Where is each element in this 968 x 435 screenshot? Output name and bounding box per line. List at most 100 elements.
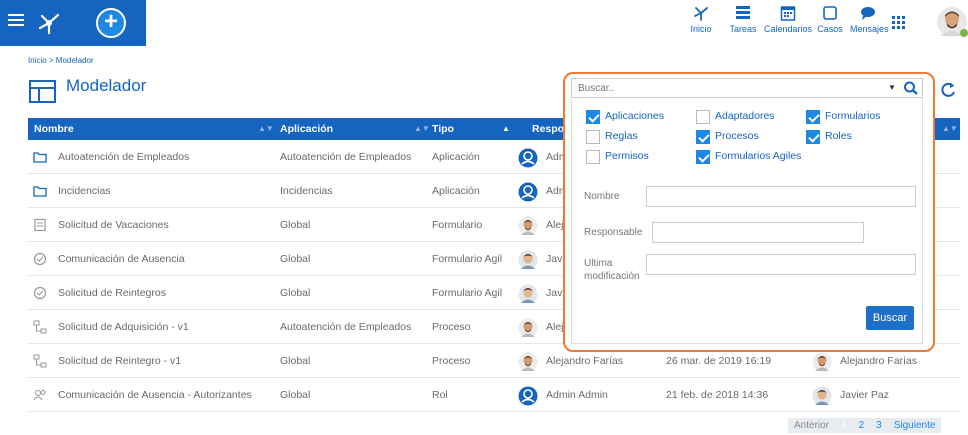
cell-tipo: Formulario Agil: [432, 287, 503, 299]
avatar: [518, 386, 538, 406]
nav-tareas[interactable]: Tareas: [728, 2, 758, 46]
checkbox-roles[interactable]: [806, 130, 820, 144]
hamburger-menu-icon[interactable]: [8, 14, 24, 28]
checkbox-adaptadores[interactable]: [696, 110, 710, 124]
checkbox-label[interactable]: Roles: [825, 130, 852, 142]
cell-aplicacion: Global: [280, 219, 311, 231]
search-icon[interactable]: [902, 80, 920, 96]
checkbox-formularios[interactable]: [806, 110, 820, 124]
checkbox-formularios-agiles[interactable]: [696, 150, 710, 164]
messages-icon: [861, 7, 875, 20]
cell-responsable: Javi: [546, 253, 565, 265]
nav-mensajes-label: Mensajes: [850, 24, 889, 34]
checkbox-label[interactable]: Permisos: [605, 150, 649, 162]
nav-casos[interactable]: Casos: [816, 2, 844, 46]
table-row[interactable]: Comunicación de Ausencia - Autorizantes G…: [28, 378, 960, 412]
add-button[interactable]: +: [96, 8, 126, 38]
header-aplicacion[interactable]: Aplicación: [280, 118, 333, 140]
process-icon: [33, 320, 47, 334]
cell-responsable: Alej: [546, 219, 564, 231]
avatar: [518, 182, 538, 202]
brand-bar: +: [0, 0, 146, 46]
cell-aplicacion: Autoatención de Empleados: [280, 321, 412, 333]
cell-aplicacion: Global: [280, 389, 311, 401]
page-2-button[interactable]: 2: [853, 420, 871, 431]
cell-nombre[interactable]: Solicitud de Vacaciones: [58, 208, 169, 242]
cell-aplicacion: Global: [280, 355, 311, 367]
ultima-label: Ultima: [584, 258, 613, 269]
cell-responsable: Admin Admin: [546, 389, 608, 401]
breadcrumb[interactable]: Inicio > Modelador: [28, 56, 94, 65]
nav-mensajes[interactable]: Mensajes: [850, 2, 889, 46]
process-icon: [33, 354, 47, 368]
refresh-icon[interactable]: [938, 80, 958, 100]
cell-tipo: Aplicación: [432, 151, 480, 163]
responsable-field[interactable]: [652, 222, 864, 243]
modificacion-label: modificación: [584, 271, 640, 282]
avatar: [518, 148, 538, 168]
user-avatar[interactable]: [936, 6, 968, 38]
prev-page-button[interactable]: Anterior: [788, 420, 835, 431]
checkbox-procesos[interactable]: [696, 130, 710, 144]
header-nombre[interactable]: Nombre: [34, 118, 74, 140]
home-icon: [694, 7, 708, 21]
next-page-button[interactable]: Siguiente: [888, 420, 942, 431]
cell-nombre[interactable]: Comunicación de Ausencia - Autorizantes: [58, 378, 252, 412]
sort-icon[interactable]: ▲▼: [258, 118, 274, 140]
search-panel: ▼ Aplicaciones Adaptadores Formularios Regl…: [563, 72, 935, 352]
checkbox-label[interactable]: Aplicaciones: [605, 110, 664, 122]
cell-nombre[interactable]: Solicitud de Reintegros: [58, 276, 166, 310]
cell-nombre[interactable]: Solicitud de Reintegro - v1: [58, 344, 181, 378]
avatar: [518, 318, 538, 338]
sort-asc-icon[interactable]: ▲: [502, 118, 510, 140]
apps-grid-icon[interactable]: [892, 16, 906, 30]
checkbox-aplicaciones[interactable]: [586, 110, 600, 124]
agile-form-icon: [33, 286, 47, 300]
agile-form-icon: [33, 252, 47, 266]
sort-icon[interactable]: ▲▼: [414, 118, 430, 140]
checkbox-label[interactable]: Reglas: [605, 130, 638, 142]
cell-nombre[interactable]: Incidencias: [58, 174, 111, 208]
checkbox-label[interactable]: Formularios: [825, 110, 880, 122]
checkbox-label[interactable]: Formularios Agiles: [715, 150, 801, 162]
cell-aplicacion: Global: [280, 253, 311, 265]
modeler-icon: [29, 80, 56, 103]
cell-aplicacion: Global: [280, 287, 311, 299]
page-1-button[interactable]: 1: [835, 420, 853, 431]
calendar-icon: [780, 6, 796, 21]
checkbox-label[interactable]: Procesos: [715, 130, 759, 142]
header-tipo[interactable]: Tipo: [432, 118, 454, 140]
page-3-button[interactable]: 3: [870, 420, 888, 431]
avatar: [518, 250, 538, 270]
nav-calendarios[interactable]: Calendarios: [764, 2, 812, 46]
cell-responsable: Alej: [546, 321, 564, 333]
cell-nombre[interactable]: Autoatención de Empleados: [58, 140, 189, 174]
sort-icon[interactable]: ▲▼: [942, 118, 958, 140]
cell-tipo: Formulario: [432, 219, 483, 231]
ultima-modificacion-field[interactable]: [646, 254, 916, 275]
search-input[interactable]: [572, 79, 878, 97]
tasks-icon: [736, 6, 750, 19]
nav-tareas-label: Tareas: [729, 24, 757, 34]
cell-nombre[interactable]: Solicitud de Adquisición - v1: [58, 310, 189, 344]
logo-icon[interactable]: [34, 8, 64, 38]
checkbox-reglas[interactable]: [586, 130, 600, 144]
top-bar: + Inicio Tareas Calendarios Casos Mensaj…: [0, 0, 968, 50]
checkbox-permisos[interactable]: [586, 150, 600, 164]
checkbox-label[interactable]: Adaptadores: [715, 110, 775, 122]
responsable-label: Responsable: [584, 227, 643, 238]
nombre-field[interactable]: [646, 186, 916, 207]
form-icon: [33, 218, 47, 232]
chevron-down-icon[interactable]: ▼: [886, 82, 898, 94]
role-icon: [33, 388, 47, 402]
cell-tipo: Proceso: [432, 355, 471, 367]
cell-fecha: 21 feb. de 2018 14:36: [666, 389, 769, 401]
cell-nombre[interactable]: Comunicación de Ausencia: [58, 242, 185, 276]
avatar: [812, 352, 832, 372]
folder-icon: [33, 150, 47, 164]
nav-calendarios-label: Calendarios: [764, 24, 813, 34]
avatar: [518, 216, 538, 236]
nav-inicio[interactable]: Inicio: [686, 2, 716, 46]
buscar-button[interactable]: Buscar: [866, 306, 914, 330]
nombre-label: Nombre: [584, 191, 620, 202]
